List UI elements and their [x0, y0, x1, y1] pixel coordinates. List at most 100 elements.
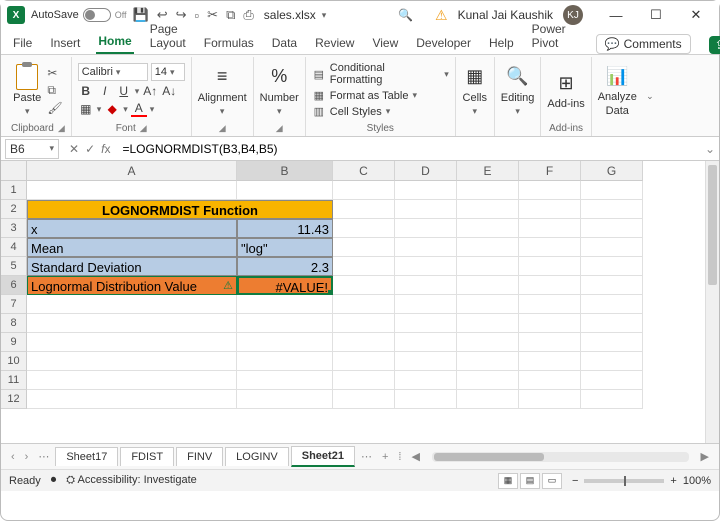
zoom-out-button[interactable]: − — [572, 475, 578, 487]
cell-a5[interactable]: Standard Deviation — [27, 257, 237, 276]
comments-button[interactable]: 💬 Comments — [596, 34, 691, 54]
share-button[interactable]: ⇪ — [709, 36, 720, 54]
zoom-in-button[interactable]: + — [670, 475, 676, 487]
font-size-combo[interactable]: 14▾ — [151, 63, 185, 81]
bold-button[interactable]: B — [78, 84, 94, 98]
tab-help[interactable]: Help — [487, 32, 516, 54]
row-header[interactable]: 7 — [1, 295, 27, 314]
cell-styles-button[interactable]: ▥Cell Styles ▾ — [312, 105, 449, 118]
copy-icon[interactable]: ⧉ — [47, 83, 62, 98]
scroll-right-icon[interactable]: ▶ — [697, 450, 713, 463]
print-icon[interactable]: ⎙ — [243, 7, 253, 23]
selection-handle[interactable] — [328, 290, 333, 295]
sheet-nav-more-icon[interactable]: ⋯ — [34, 450, 53, 463]
row-header[interactable]: 5 — [1, 257, 27, 276]
underline-button[interactable]: U — [116, 84, 132, 98]
scroll-left-icon[interactable]: ◀ — [407, 450, 423, 463]
row-header[interactable]: 12 — [1, 390, 27, 409]
hscroll-thumb[interactable] — [434, 453, 544, 461]
row-header[interactable]: 11 — [1, 371, 27, 390]
addins-button[interactable]: ⊞ Add-ins — [547, 70, 584, 110]
sheet-overflow-icon[interactable]: ⋯ — [357, 450, 376, 463]
format-as-table-button[interactable]: ▦Format as Table ▾ — [312, 89, 449, 102]
increase-font-icon[interactable]: A↑ — [142, 84, 158, 98]
tab-view[interactable]: View — [370, 32, 400, 54]
toggle-switch[interactable] — [83, 8, 111, 22]
new-icon[interactable]: ▫ — [195, 8, 200, 23]
col-header-f[interactable]: F — [519, 161, 581, 181]
select-all-corner[interactable] — [1, 161, 27, 181]
number-launcher-icon[interactable]: ◢ — [276, 123, 283, 134]
row-header[interactable]: 2 — [1, 200, 27, 219]
horizontal-scrollbar[interactable] — [432, 452, 689, 462]
row-header[interactable]: 6 — [1, 276, 27, 295]
row-header[interactable]: 8 — [1, 314, 27, 333]
zoom-level[interactable]: 100% — [683, 475, 711, 487]
fx-icon[interactable]: fx — [101, 142, 110, 156]
new-sheet-button[interactable]: + — [378, 451, 392, 463]
tab-formulas[interactable]: Formulas — [202, 32, 256, 54]
editing-button[interactable]: 🔍 Editing▾ — [501, 64, 535, 117]
cell-b6-selected[interactable]: #VALUE! — [237, 276, 333, 295]
col-header-d[interactable]: D — [395, 161, 457, 181]
cells-area[interactable]: LOGNORMDIST Function x11.43 Mean"log" St… — [27, 181, 705, 443]
sheet-tab[interactable]: Sheet17 — [55, 447, 118, 466]
maximize-button[interactable]: ☐ — [639, 7, 673, 23]
copy-icon[interactable]: ⧉ — [226, 7, 235, 23]
paste-button[interactable]: Paste ▾ — [13, 64, 41, 117]
sheet-tab-active[interactable]: Sheet21 — [291, 446, 355, 467]
error-indicator-icon[interactable]: ⚠ — [223, 277, 233, 295]
col-header-a[interactable]: A — [27, 161, 237, 181]
sheet-tab[interactable]: LOGINV — [225, 447, 289, 466]
expand-formula-bar-icon[interactable]: ⌄ — [701, 142, 719, 156]
sheet-tab[interactable]: FDIST — [120, 447, 174, 466]
decrease-font-icon[interactable]: A↓ — [161, 84, 177, 98]
tab-page-layout[interactable]: Page Layout — [148, 18, 188, 54]
tab-insert[interactable]: Insert — [48, 32, 82, 54]
tab-power-pivot[interactable]: Power Pivot — [530, 18, 568, 54]
col-header-b[interactable]: B — [237, 161, 333, 181]
page-break-view-button[interactable]: ▭ — [542, 473, 562, 489]
font-color-button[interactable]: A — [131, 101, 147, 117]
zoom-slider[interactable] — [584, 479, 664, 483]
sheet-nav-left-icon[interactable]: ‹ — [7, 451, 19, 463]
minimize-button[interactable]: — — [599, 8, 633, 23]
save-icon[interactable]: 💾 — [133, 7, 149, 23]
sheet-tab[interactable]: FINV — [176, 447, 223, 466]
cell-a4[interactable]: Mean — [27, 238, 237, 257]
accessibility-status[interactable]: ⛭ Accessibility: Investigate — [66, 474, 196, 487]
cell-title[interactable]: LOGNORMDIST Function — [27, 200, 333, 219]
search-icon[interactable]: 🔍 — [398, 8, 413, 22]
number-button[interactable]: % Number ▾ — [260, 64, 299, 117]
tab-developer[interactable]: Developer — [414, 32, 473, 54]
borders-button[interactable]: ▦ — [78, 102, 94, 116]
tab-home[interactable]: Home — [96, 30, 133, 54]
analyze-data-button[interactable]: 📊 Analyze Data — [598, 63, 637, 117]
format-painter-icon[interactable]: 🖌 — [47, 101, 62, 115]
enter-formula-icon[interactable]: ✓ — [85, 142, 95, 156]
name-box[interactable]: B6 ▾ — [5, 139, 59, 159]
name-box-chevron-icon[interactable]: ▾ — [49, 143, 54, 154]
cell-b4[interactable]: "log" — [237, 238, 333, 257]
row-header[interactable]: 4 — [1, 238, 27, 257]
tab-file[interactable]: File — [11, 32, 34, 54]
font-launcher-icon[interactable]: ◢ — [140, 123, 147, 134]
conditional-formatting-button[interactable]: ▤Conditional Formatting ▾ — [312, 62, 449, 86]
normal-view-button[interactable]: ▦ — [498, 473, 518, 489]
formula-input[interactable] — [116, 140, 701, 158]
scroll-thumb[interactable] — [708, 165, 717, 285]
cell-a6[interactable]: Lognormal Distribution Value⚠ — [27, 276, 237, 295]
tab-data[interactable]: Data — [270, 32, 299, 54]
fill-color-button[interactable]: ◆ — [104, 102, 120, 116]
italic-button[interactable]: I — [97, 84, 113, 98]
vertical-scrollbar[interactable] — [705, 161, 719, 443]
collapse-ribbon-icon[interactable]: ⌄ — [646, 91, 654, 102]
alignment-button[interactable]: ≡ Alignment ▾ — [198, 64, 247, 117]
cells-button[interactable]: ▦ Cells▾ — [462, 64, 488, 117]
clipboard-launcher-icon[interactable]: ◢ — [58, 123, 65, 134]
row-header[interactable]: 3 — [1, 219, 27, 238]
close-button[interactable]: ✕ — [679, 7, 713, 23]
autosave-toggle[interactable]: AutoSave Off — [31, 8, 127, 22]
spreadsheet-grid[interactable]: A B C D E F G 1 2 3 4 5 6 7 8 9 10 11 12… — [1, 161, 719, 443]
sheet-nav-right-icon[interactable]: › — [21, 451, 33, 463]
